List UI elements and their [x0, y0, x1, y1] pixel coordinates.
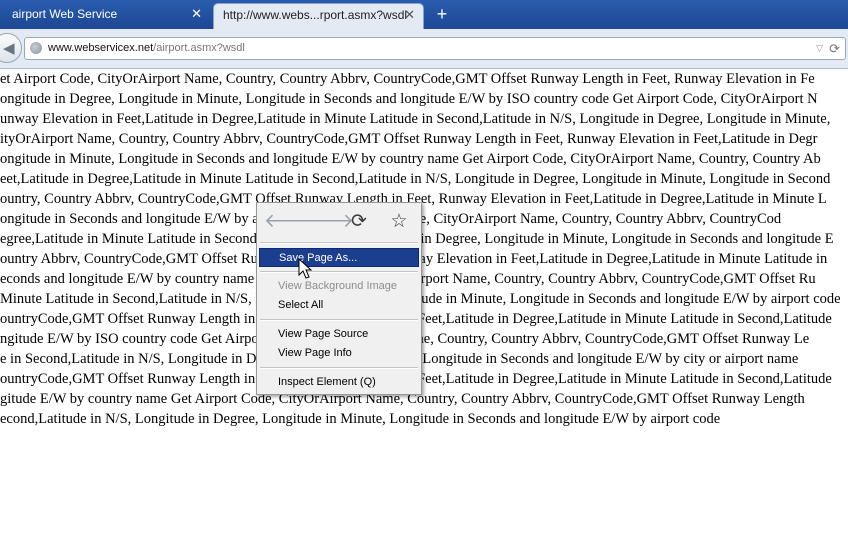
content-line: et Airport Code, CityOrAirport Name, Cou…	[0, 71, 815, 87]
close-tab-icon[interactable]: ✕	[191, 3, 202, 25]
url-host: www.webservicex.net	[48, 42, 154, 54]
menu-item-save-page-as[interactable]: Save Page As...	[259, 248, 419, 267]
back-arrow-icon: ◀	[3, 40, 15, 57]
context-nav-icons: 🡐 🡒 ⟳ ☆	[257, 209, 421, 235]
content-line: ongitude in Minute, Longitude in Seconds…	[0, 151, 821, 167]
url-path: /airport.asmx?wsdl	[153, 42, 245, 54]
menu-item-view-page-source[interactable]: View Page Source	[259, 325, 419, 344]
menu-item-view-background-image[interactable]: View Background Image	[259, 277, 419, 296]
url-bar[interactable]: www.webservicex.net/airport.asmx?wsdl ▽ …	[24, 37, 846, 60]
close-tab-icon[interactable]: ✕	[404, 4, 415, 26]
mouse-pointer-icon	[298, 258, 312, 279]
reload-icon[interactable]: ⟳	[829, 38, 840, 59]
menu-item-select-all[interactable]: Select All	[259, 296, 419, 315]
menu-item-view-page-info[interactable]: View Page Info	[259, 344, 419, 363]
tab-wsdl[interactable]: http://www.webs...rport.asmx?wsdl ✕	[213, 3, 424, 29]
tab-airport-web-service[interactable]: airport Web Service ✕	[0, 3, 210, 29]
page-content: et Airport Code, CityOrAirport Name, Cou…	[0, 69, 848, 557]
content-line: econd,Latitude in N/S, Longitude in Degr…	[0, 411, 721, 427]
url-text[interactable]: www.webservicex.net/airport.asmx?wsdl	[48, 38, 245, 59]
menu-separator	[260, 319, 418, 321]
bookmark-star-icon[interactable]: ☆	[384, 209, 414, 235]
menu-separator	[260, 367, 418, 369]
content-line: unway Elevation in Feet,Latitude in Degr…	[0, 111, 831, 127]
navigation-bar: ◀ www.webservicex.net/airport.asmx?wsdl …	[0, 29, 848, 69]
forward-arrow-icon[interactable]: 🡒	[303, 209, 354, 235]
menu-separator	[260, 271, 418, 273]
menu-separator	[260, 242, 418, 244]
tab-label: airport Web Service	[12, 7, 118, 21]
back-button[interactable]: ◀	[0, 33, 22, 63]
new-tab-plus-icon[interactable]: +	[432, 4, 452, 24]
menu-item-inspect-element[interactable]: Inspect Element (Q)	[259, 373, 419, 392]
content-line: ityOrAirport Name, Country, Country Abbr…	[0, 131, 818, 147]
back-arrow-icon[interactable]: 🡐	[264, 209, 315, 235]
url-dropdown-icon[interactable]: ▽	[816, 38, 823, 59]
reload-icon[interactable]: ⟳	[344, 209, 374, 235]
tab-label: http://www.webs...rport.asmx?wsdl	[223, 8, 408, 22]
globe-icon	[30, 42, 42, 54]
content-line: eet,Latitude in Degree,Latitude in Minut…	[0, 171, 831, 187]
tab-strip: airport Web Service ✕ http://www.webs...…	[0, 0, 848, 29]
context-menu: 🡐 🡒 ⟳ ☆ Save Page As... View Background …	[256, 202, 422, 395]
content-line: ongitude in Degree, Longitude in Minute,…	[0, 91, 818, 107]
